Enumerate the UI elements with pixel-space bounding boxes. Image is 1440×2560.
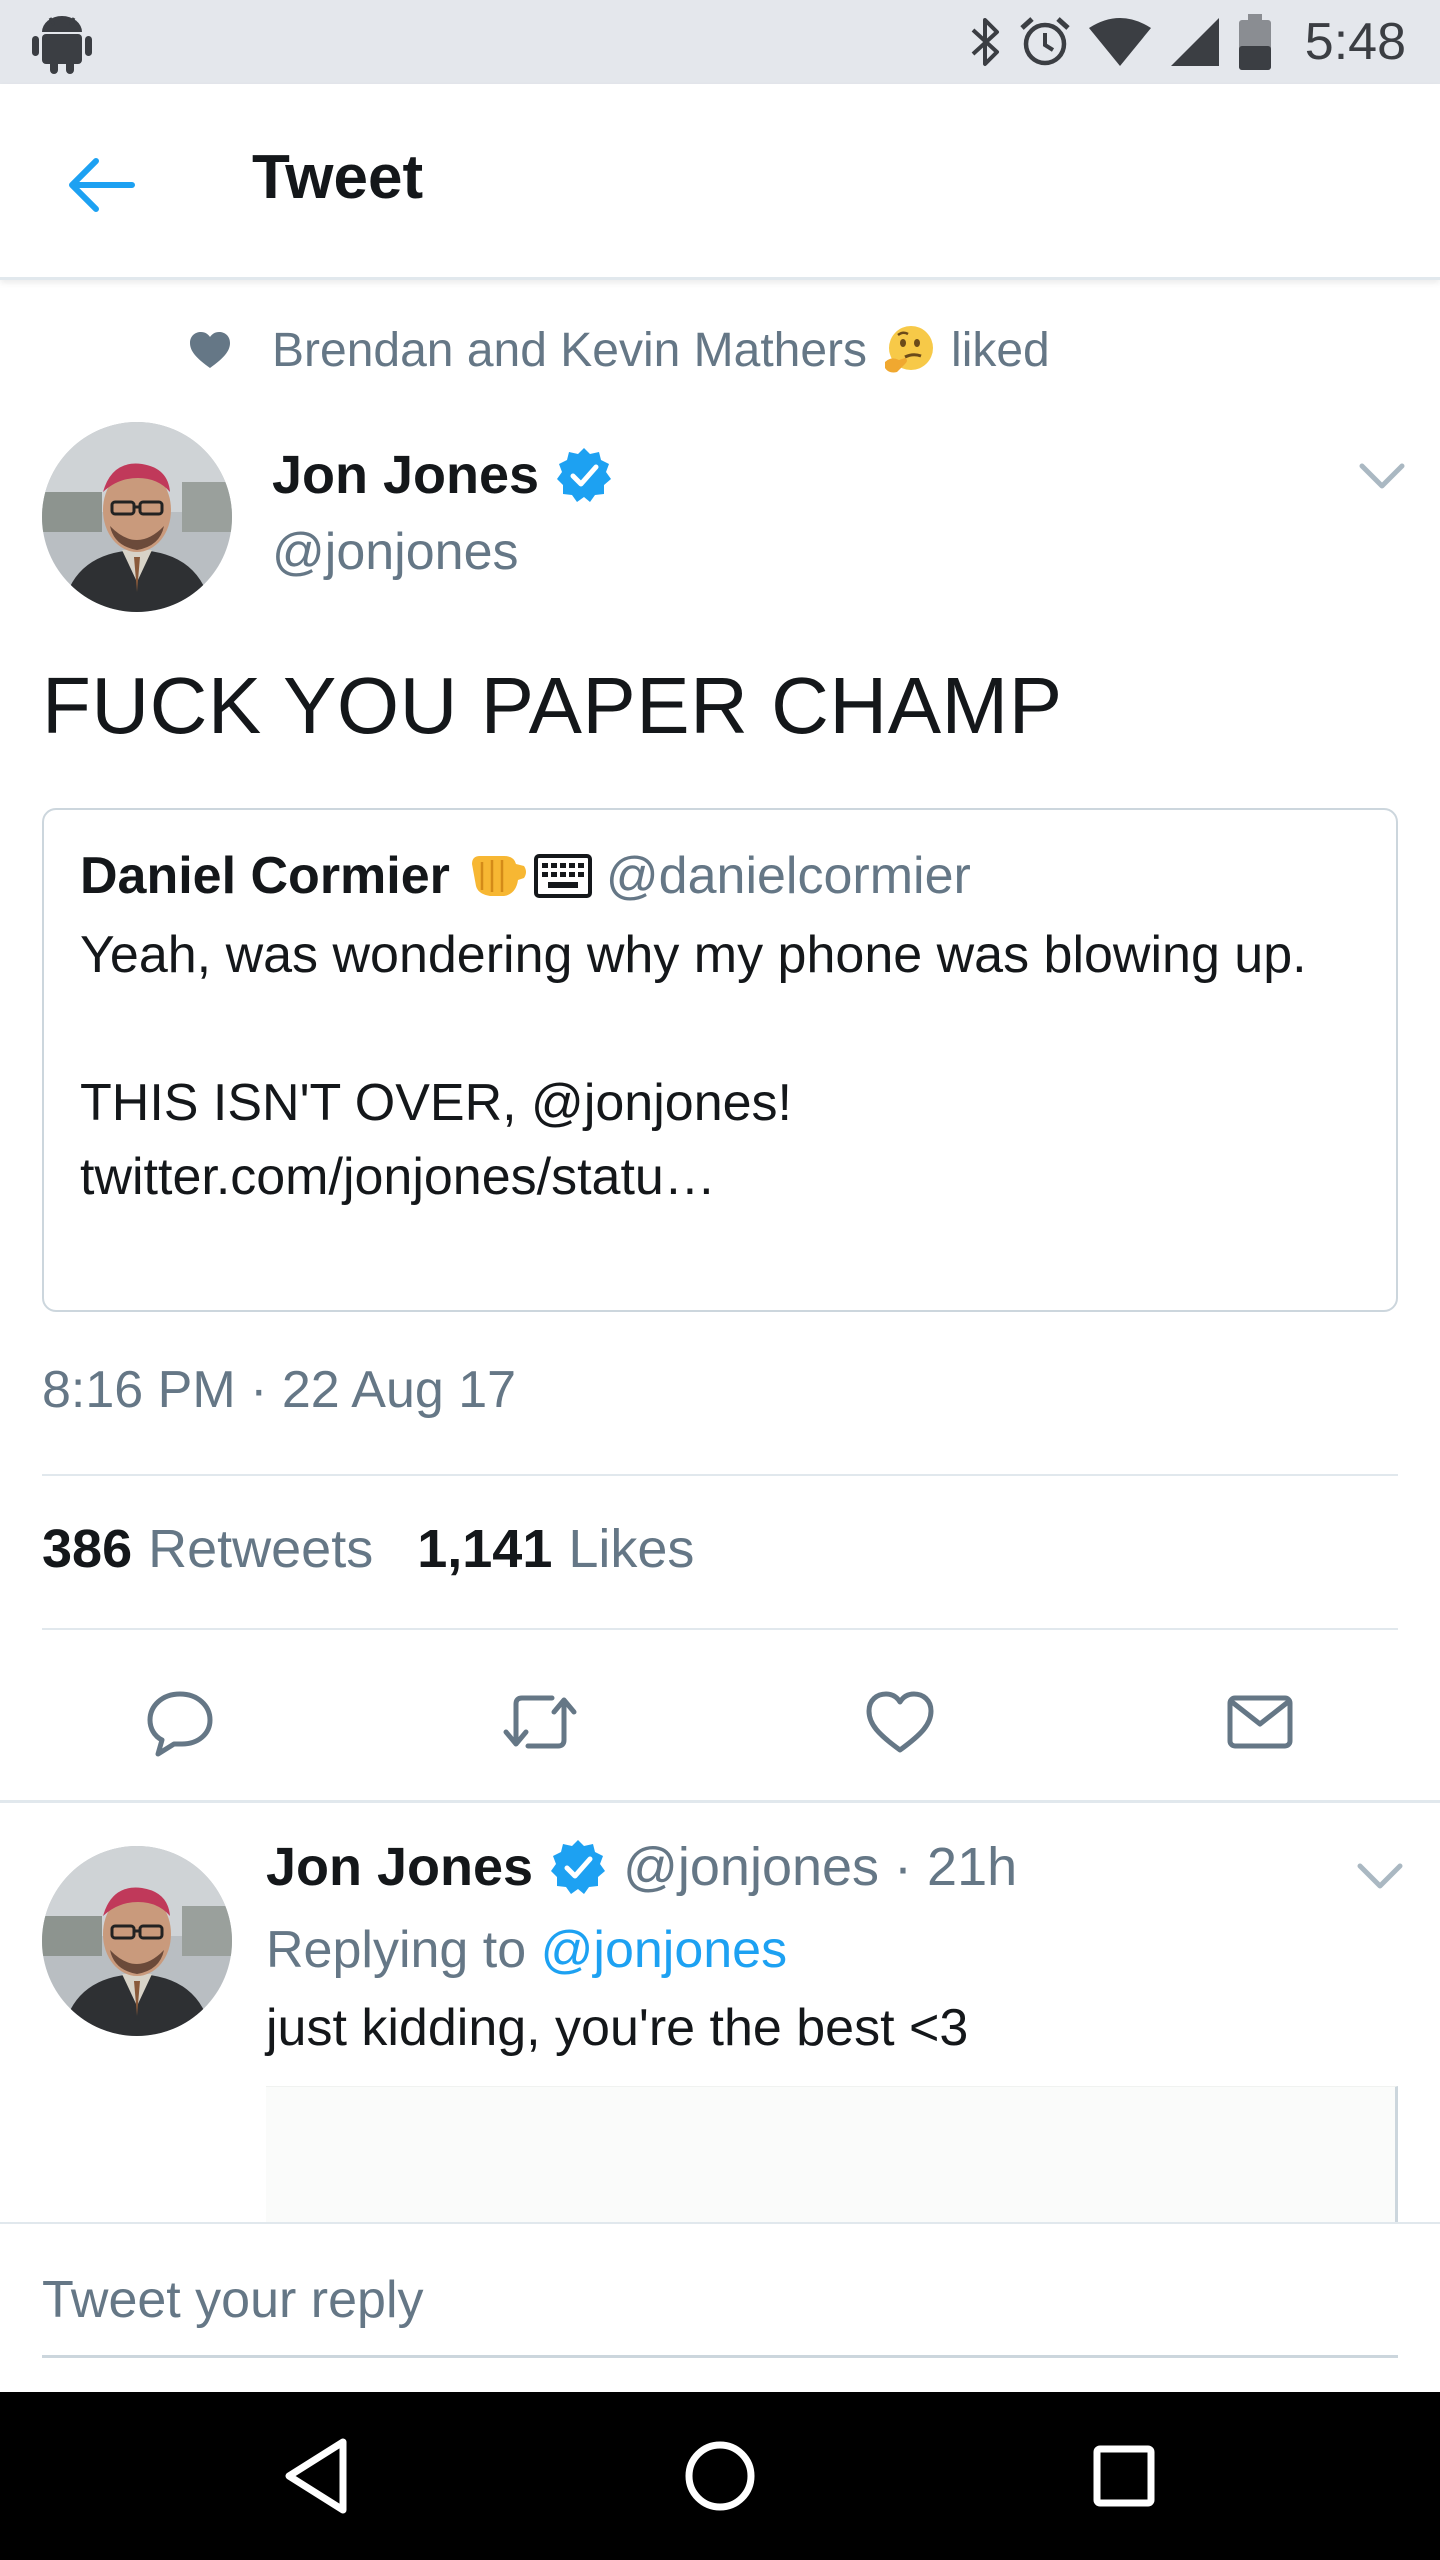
wifi-icon — [1087, 14, 1153, 70]
retweet-icon — [503, 1695, 577, 1749]
battery-icon — [1237, 12, 1273, 72]
divider — [42, 1628, 1398, 1630]
quoted-text-line: THIS ISN'T OVER, @jonjones! twitter.com/… — [80, 1074, 792, 1206]
reply-author-name: Jon Jones — [266, 1837, 534, 1897]
tweet-stats: 386 Retweets 1,141 Likes — [42, 1518, 738, 1580]
alarm-icon — [1017, 14, 1073, 70]
circle-home-icon — [685, 2441, 755, 2511]
divider — [42, 1474, 1398, 1476]
author-name[interactable]: Jon Jones — [272, 444, 613, 506]
arrow-left-icon — [69, 158, 135, 212]
replying-prefix: Replying to — [266, 1921, 527, 1979]
nav-home-button[interactable] — [670, 2426, 770, 2526]
replying-mention-link[interactable]: @jonjones — [541, 1921, 788, 1979]
avatar[interactable] — [42, 422, 232, 612]
back-button[interactable] — [56, 140, 146, 230]
retweet-button[interactable] — [498, 1680, 582, 1764]
reply-icon — [147, 1691, 213, 1757]
chevron-down-icon[interactable] — [1352, 1856, 1408, 1896]
direct-message-icon — [1227, 1695, 1293, 1749]
nav-recents-button[interactable] — [1074, 2426, 1174, 2526]
replying-to: Replying to @jonjones — [266, 1920, 787, 1980]
retweets-label[interactable]: Retweets — [148, 1518, 373, 1580]
like-button[interactable] — [858, 1680, 942, 1764]
page-title: Tweet — [252, 143, 424, 212]
heart-icon — [190, 332, 230, 368]
tweet-text: FUCK YOU PAPER CHAMP — [42, 661, 1063, 750]
social-context-action: liked — [951, 323, 1050, 377]
tweet-timestamp: 8:16 PM · 22 Aug 17 — [42, 1361, 517, 1419]
triangle-back-icon — [285, 2438, 347, 2514]
reply-input[interactable]: Tweet your reply — [42, 2262, 1398, 2358]
reply-header[interactable]: Jon Jones @jonjones · 21h — [266, 1836, 1017, 1898]
likes-count[interactable]: 1,141 — [417, 1518, 552, 1580]
quoted-tweet-text: Yeah, was wondering why my phone was blo… — [80, 918, 1370, 1214]
signal-icon — [1167, 14, 1223, 70]
divider — [0, 1800, 1440, 1803]
like-icon — [866, 1691, 934, 1753]
media-preview[interactable] — [266, 2086, 1398, 2224]
status-time: 5:48 — [1304, 13, 1406, 71]
chevron-down-icon[interactable] — [1354, 456, 1410, 496]
social-context[interactable]: Brendan and Kevin Mathers liked — [186, 318, 1050, 382]
avatar[interactable] — [42, 1846, 232, 2036]
reply-composer: Tweet your reply — [0, 2222, 1440, 2392]
status-bar: 5:48 — [0, 0, 1440, 84]
nav-back-button[interactable] — [266, 2426, 366, 2526]
quoted-author-handle: @danielcormier — [605, 847, 971, 905]
quoted-tweet-card[interactable]: Daniel Cormier @danielcormier Yeah, was … — [42, 808, 1398, 1312]
retweets-count[interactable]: 386 — [42, 1518, 132, 1580]
top-app-bar: Tweet — [0, 84, 1440, 280]
thinking-face-emoji — [881, 322, 937, 378]
quoted-text-line: Yeah, was wondering why my phone was blo… — [80, 926, 1307, 984]
left-facing-fist-emoji — [471, 856, 526, 896]
direct-message-button[interactable] — [1218, 1680, 1302, 1764]
verified-badge-icon — [557, 448, 612, 502]
reply-meta: @jonjones · 21h — [623, 1837, 1018, 1897]
likes-label[interactable]: Likes — [568, 1518, 694, 1580]
keyboard-emoji — [533, 854, 592, 898]
tweet-actions — [0, 1672, 1440, 1772]
navigation-bar — [0, 2392, 1440, 2560]
reply-button[interactable] — [138, 1680, 222, 1764]
android-icon — [30, 12, 94, 76]
bluetooth-icon — [967, 14, 1003, 70]
square-recents-icon — [1093, 2445, 1155, 2507]
reply-text: just kidding, you're the best <3 — [266, 1999, 969, 2057]
author-handle[interactable]: @jonjones — [272, 522, 519, 582]
verified-badge-icon — [551, 1840, 606, 1894]
quoted-author-name: Daniel Cormier — [80, 847, 450, 905]
social-context-names: Brendan and Kevin Mathers — [272, 323, 868, 377]
